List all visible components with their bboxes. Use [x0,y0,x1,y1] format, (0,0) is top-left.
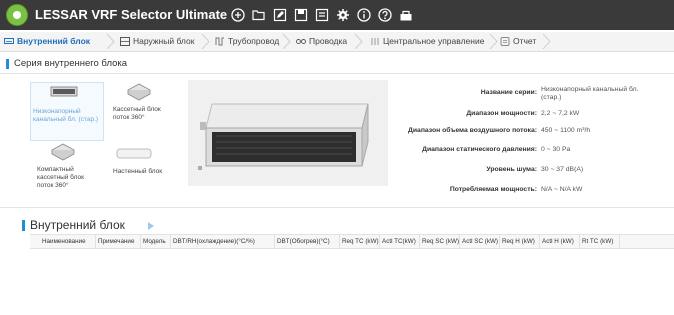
step-chevron [489,34,498,49]
step-label: Внутренний блок [17,36,91,46]
spec-key: Название серии: [480,89,537,96]
title-bar: LESSAR VRF Selector Ultimate [0,0,674,30]
spec-key: Уровень шума: [486,166,537,173]
step-central-control[interactable]: Центральное управление [370,34,484,49]
spec-row: Потребляемая мощность: N/A ~ N/A kW [0,186,674,196]
step-label: Центральное управление [383,36,485,46]
help-icon[interactable] [376,6,394,24]
step-chevron [201,34,210,49]
step-indoor-unit[interactable]: Внутренний блок [4,34,90,49]
save-as-icon[interactable] [313,6,331,24]
central-control-icon [371,38,379,45]
app-logo-icon [6,4,28,26]
spec-key: Диапазон статического давления: [422,146,537,153]
spec-key: Потребляемая мощность: [449,186,537,193]
piping-icon [215,37,224,46]
step-chevron [282,34,291,49]
info-icon[interactable] [355,6,373,24]
collapse-arrow-icon[interactable] [148,222,154,230]
column-header[interactable]: Req TC (kW) [340,235,380,248]
column-header[interactable]: Rt TC (kW) [580,235,620,248]
step-label: Проводка [309,36,348,46]
spec-key: Диапазон объема воздушного потока: [408,127,537,134]
column-header[interactable]: Req SC (kW) [420,235,460,248]
report-icon [500,37,510,46]
spec-value: 450 ~ 1100 m³/h [541,127,591,134]
column-header[interactable]: DBT(Обогрев)(°C) [275,235,340,248]
settings-gear-icon[interactable] [334,6,352,24]
column-header[interactable]: Actl H (kW) [540,235,580,248]
column-header[interactable]: Наименование [40,235,96,248]
export-icon[interactable] [397,6,415,24]
column-header[interactable]: DBT/RH(охлаждение)(°C/%) [171,235,275,248]
step-report[interactable]: Отчет [500,34,536,49]
folder-open-icon[interactable] [250,6,268,24]
step-chevron [106,34,115,49]
divider [0,73,674,74]
spec-value: 0 ~ 30 Pa [541,146,571,153]
spec-value: 30 ~ 37 dB(A) [541,166,584,173]
spec-value: Низконапорный канальный бл.(стар.) [541,86,639,101]
spec-row: Диапазон объема воздушного потока: 450 ~… [0,127,674,137]
series-section-title: Серия внутреннего блока [5,58,128,69]
column-header[interactable]: Req H (kW) [500,235,540,248]
wiring-icon [296,39,306,44]
step-outdoor-unit[interactable]: Наружный блок [120,34,194,49]
spec-key: Диапазон мощности: [466,110,537,117]
column-header[interactable]: Actl SC (kW) [460,235,500,248]
step-chevron [354,34,363,49]
column-header[interactable]: Примечание [96,235,141,248]
outdoor-unit-icon [120,37,130,46]
add-icon[interactable] [229,6,247,24]
step-label: Отчет [513,36,537,46]
spec-row: Название серии: Низконапорный канальный … [0,86,674,106]
spec-row: Уровень шума: 30 ~ 37 dB(A) [0,166,674,176]
edit-icon[interactable] [271,6,289,24]
wizard-step-bar: Внутренний блок Наружный блок Трубопрово… [0,32,674,52]
step-wiring[interactable]: Проводка [296,34,347,49]
main-toolbar [229,6,415,24]
step-chevron [542,34,551,49]
save-icon[interactable] [292,6,310,24]
column-header[interactable]: Модель [141,235,171,248]
spec-value: 2,2 ~ 7,2 kW [541,110,580,117]
spec-row: Диапазон статического давления: 0 ~ 30 P… [0,146,674,156]
step-label: Трубопровод [228,36,280,46]
spec-value: N/A ~ N/A kW [541,186,583,193]
indoor-unit-icon [4,38,14,44]
indoor-unit-table-header: Наименование Примечание Модель DBT/RH(ох… [30,234,674,249]
spec-row: Диапазон мощности: 2,2 ~ 7,2 kW [0,110,674,120]
step-piping[interactable]: Трубопровод [215,34,279,49]
indoor-unit-table-title: Внутренний блок [22,218,125,232]
divider [0,207,674,208]
app-title: LESSAR VRF Selector Ultimate [35,7,228,22]
column-header[interactable]: Actl TC(kW) [380,235,420,248]
step-label: Наружный блок [133,36,195,46]
